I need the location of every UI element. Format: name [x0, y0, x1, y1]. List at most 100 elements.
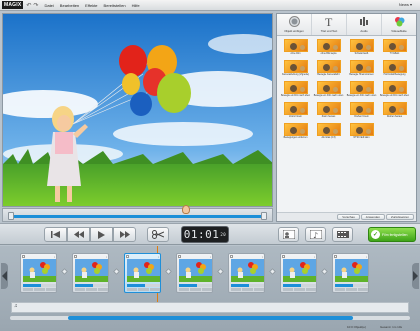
- transition-icon[interactable]: [320, 267, 329, 276]
- cut-button[interactable]: [147, 227, 169, 242]
- clip-progress: [335, 284, 368, 287]
- timeline-tools: ♪: [278, 227, 353, 242]
- reset-button[interactable]: Zurücksetzen: [385, 214, 414, 220]
- effect-item[interactable]: Bewegte Hineinzoomen: [346, 60, 377, 79]
- tab-titel-und-text[interactable]: T Titel und Text: [312, 14, 347, 35]
- fast-forward-button[interactable]: [113, 227, 136, 242]
- tab-videoeffekte[interactable]: Videoeffekte: [382, 14, 416, 35]
- clip-checkbox[interactable]: [126, 255, 129, 258]
- storyboard-clip[interactable]: i: [20, 253, 57, 293]
- effect-item[interactable]: Kameradrehung (Vignette): [280, 60, 311, 79]
- clip-thumbnail: [283, 259, 316, 282]
- effect-item[interactable]: Bewegungen entfernen: [280, 123, 311, 142]
- effect-item[interactable]: Drehen hinein: [346, 102, 377, 121]
- playhead-handle[interactable]: [182, 205, 190, 214]
- timeline-scrollbar[interactable]: [10, 316, 410, 320]
- effect-thumbnail: [316, 102, 341, 115]
- storyboard-mode-button[interactable]: [278, 227, 299, 242]
- tab-objekt-einfuegen[interactable]: Objekt einfügen: [277, 14, 312, 35]
- effect-item[interactable]: Zoom heraus: [313, 102, 344, 121]
- storyboard-clip[interactable]: i: [176, 253, 213, 293]
- film-strip-icon: [336, 231, 349, 238]
- to-start-button[interactable]: [44, 227, 67, 242]
- clip-thumbnail: [127, 259, 160, 282]
- effect-item[interactable]: Drehen heraus: [379, 102, 410, 121]
- effect-thumbnail: [283, 39, 308, 52]
- effect-item[interactable]: Bewegte ein Film nach oben: [280, 81, 311, 100]
- effect-item[interactable]: Bewegte ein Film nach oben: [379, 81, 410, 100]
- effect-thumbnail: [283, 81, 308, 94]
- clip-checkbox[interactable]: [74, 255, 77, 258]
- clip-thumbnail: [335, 259, 368, 282]
- effect-thumbnail: [316, 39, 341, 52]
- effect-thumbnail: [283, 102, 308, 115]
- audio-mode-button[interactable]: ♪: [305, 227, 326, 242]
- menu-bearbeiten[interactable]: Bearbeiten: [60, 3, 79, 8]
- effect-item[interactable]: ohne Bild sepia: [313, 39, 344, 58]
- effects-icon: [394, 16, 405, 27]
- apply-button[interactable]: Anwenden: [360, 214, 385, 220]
- timecode-display: 01:01 20: [181, 226, 229, 243]
- undo-icon[interactable]: ↶: [26, 2, 31, 9]
- effect-item[interactable]: Alu Glas (4:3): [313, 123, 344, 142]
- effect-item[interactable]: Bewegte ein Film nach unten: [346, 81, 377, 100]
- audio-track[interactable]: ♫: [11, 302, 409, 313]
- transition-icon[interactable]: [164, 267, 173, 276]
- effect-item[interactable]: NTSC lädt klein: [346, 123, 377, 142]
- menu-hilfe[interactable]: Hilfe: [132, 3, 140, 8]
- effect-item[interactable]: TV Effekt: [379, 39, 410, 58]
- effect-item[interactable]: Bewegte Kamerafahrt: [313, 60, 344, 79]
- scroll-right-button[interactable]: [412, 263, 419, 289]
- news-button[interactable]: News ▾: [399, 2, 412, 7]
- finish-movie-button[interactable]: ✓ Film fertigstellen: [368, 227, 416, 242]
- effect-thumbnail: [316, 60, 341, 73]
- storyboard-clip[interactable]: i: [332, 253, 369, 293]
- storyboard-clip-selected[interactable]: i: [124, 253, 161, 293]
- transition-icon[interactable]: [216, 267, 225, 276]
- scrub-track[interactable]: [13, 215, 263, 218]
- clip-thumbnail: [23, 259, 56, 282]
- clip-checkbox[interactable]: [282, 255, 285, 258]
- menu-bereitstellen[interactable]: Bereitstellen: [104, 3, 126, 8]
- clip-checkbox[interactable]: [334, 255, 337, 258]
- scrub-end-handle[interactable]: [261, 212, 267, 220]
- menu-effekte[interactable]: Effekte: [85, 3, 97, 8]
- preview-scrubber[interactable]: [2, 205, 273, 222]
- menu-datei[interactable]: Datei: [44, 3, 53, 8]
- clip-checkbox[interactable]: [230, 255, 233, 258]
- storyboard-clip[interactable]: i: [280, 253, 317, 293]
- preview-button[interactable]: Vorschau: [337, 214, 360, 220]
- storyboard-clip[interactable]: i: [72, 253, 109, 293]
- transition-icon[interactable]: [60, 267, 69, 276]
- effect-item[interactable]: Horizontal Bewegung: [379, 60, 410, 79]
- play-button[interactable]: [90, 227, 113, 242]
- transition-icon[interactable]: [268, 267, 277, 276]
- effect-thumbnail: [316, 81, 341, 94]
- rewind-button[interactable]: [67, 227, 90, 242]
- skip-start-icon: [51, 231, 60, 238]
- media-pool-panel: Objekt einfügen T Titel und Text Audio V…: [276, 13, 417, 222]
- effect-item[interactable]: ohne Film: [280, 39, 311, 58]
- clip-checkbox[interactable]: [22, 255, 25, 258]
- timeline-mode-button[interactable]: [332, 227, 353, 242]
- clip-checkbox[interactable]: [178, 255, 181, 258]
- clip-progress: [283, 284, 316, 287]
- effect-item[interactable]: Zoom hinein: [280, 102, 311, 121]
- magix-logo: MAGIX: [2, 1, 24, 9]
- clip-thumbnail: [231, 259, 264, 282]
- effect-item[interactable]: Bewegte ein Film nach unten: [313, 81, 344, 100]
- redo-icon[interactable]: ↷: [33, 2, 38, 9]
- storyboard-clip[interactable]: i: [228, 253, 265, 293]
- scroll-left-button[interactable]: [1, 263, 8, 289]
- object-count: 10:0 Objekt(e): [346, 324, 366, 329]
- transition-icon[interactable]: [112, 267, 121, 276]
- scissors-icon: [152, 230, 164, 239]
- scrollbar-thumb[interactable]: [68, 316, 353, 320]
- scrub-start-handle[interactable]: [8, 212, 14, 220]
- tab-audio[interactable]: Audio: [347, 14, 382, 35]
- video-preview[interactable]: [2, 13, 273, 207]
- clip-progress: [127, 284, 160, 287]
- audio-icon: [359, 16, 370, 27]
- effect-item[interactable]: Schwarzweiß: [346, 39, 377, 58]
- effect-thumbnail: [283, 123, 308, 136]
